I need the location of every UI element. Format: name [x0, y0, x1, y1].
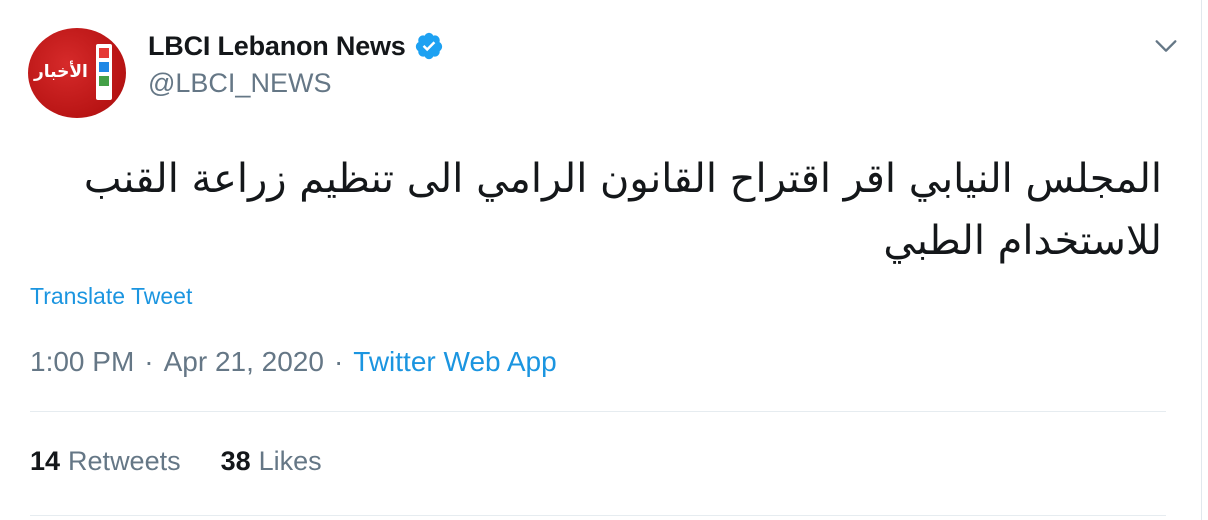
divider [30, 411, 1166, 412]
likes-count: 38 [220, 446, 251, 476]
likes-stat[interactable]: 38 Likes [221, 446, 322, 476]
divider [30, 515, 1166, 516]
author-display-name[interactable]: LBCI Lebanon News [148, 31, 406, 62]
likes-label: Likes [258, 446, 322, 476]
tweet-text: المجلس النيابي اقر اقتراح القانون الرامي… [83, 156, 1162, 264]
tweet-header: الأخبار LBCI Lebanon News @LBCI_NEWS [28, 28, 1177, 120]
retweets-stat[interactable]: 14 Retweets [30, 446, 181, 476]
meta-separator: · [333, 346, 344, 377]
retweets-label: Retweets [68, 446, 181, 476]
timeline-border [1201, 0, 1202, 520]
lbc-logo-icon [96, 44, 112, 100]
translate-tweet-link[interactable]: Translate Tweet [30, 283, 192, 310]
tweet-page: الأخبار LBCI Lebanon News @LBCI_NEWS الم… [0, 0, 1208, 520]
avatar-text: الأخبار [34, 62, 88, 82]
tweet-source-link[interactable]: Twitter Web App [353, 346, 556, 377]
tweet-date[interactable]: Apr 21, 2020 [164, 346, 324, 377]
author-info: LBCI Lebanon News @LBCI_NEWS [148, 28, 444, 99]
verified-badge-icon [415, 32, 442, 60]
chevron-down-icon[interactable] [1152, 32, 1180, 60]
meta-separator: · [144, 346, 154, 377]
retweets-count: 14 [30, 446, 61, 476]
tweet-time[interactable]: 1:00 PM [30, 346, 134, 377]
avatar[interactable]: الأخبار [28, 28, 126, 118]
tweet-meta: 1:00 PM · Apr 21, 2020 · Twitter Web App [30, 346, 557, 378]
author-handle[interactable]: @LBCI_NEWS [148, 68, 444, 99]
tweet-stats: 14 Retweets 38 Likes [30, 446, 322, 477]
